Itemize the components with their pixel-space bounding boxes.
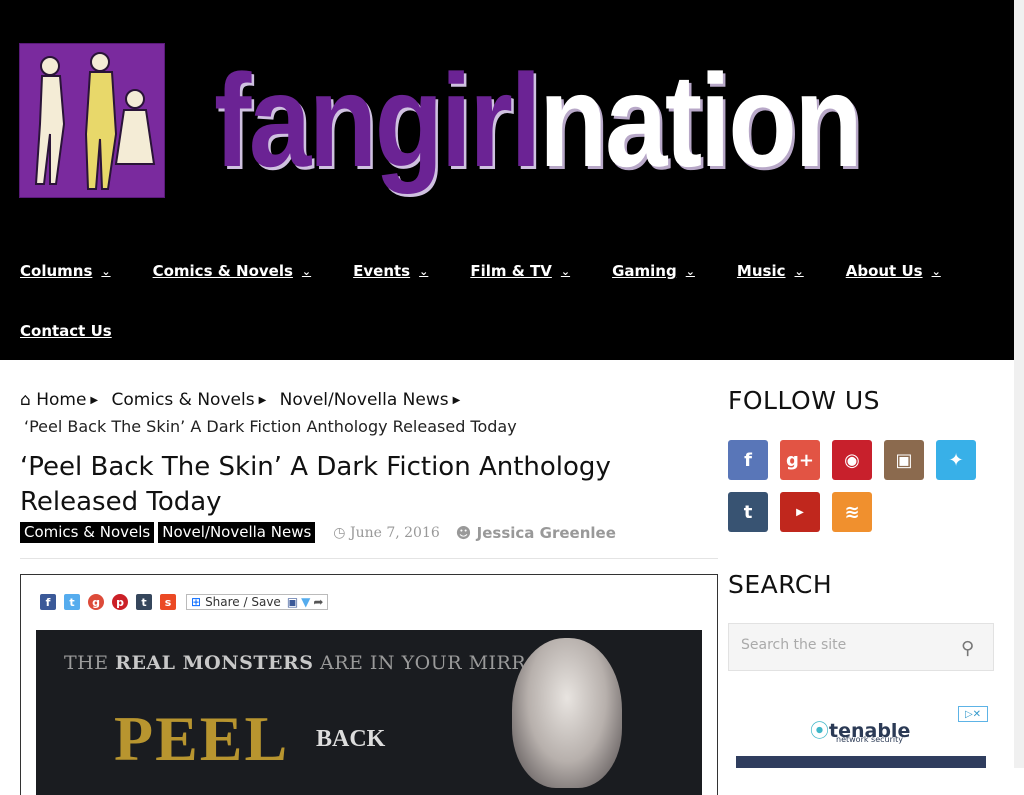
twitter-share-icon[interactable]: t	[64, 594, 80, 610]
chevron-down-icon: ⌄	[931, 264, 941, 278]
post-meta: Comics & Novels Novel/Novella News ◷ Jun…	[20, 522, 616, 543]
banner-back-text: BACK	[316, 726, 386, 752]
youtube-icon[interactable]: ▶	[780, 492, 820, 532]
tagline-pre: THE	[64, 652, 116, 674]
nav-label: Music	[736, 262, 786, 280]
clock-icon: ◷	[333, 524, 346, 541]
nav-item-comics-novels[interactable]: Comics & Novels ⌄	[153, 261, 312, 281]
main-nav: Columns ⌄ Comics & Novels ⌄ Events ⌄ Film &…	[20, 261, 983, 281]
facebook-icon[interactable]: f	[728, 440, 768, 480]
date-text: June 7, 2016	[349, 524, 440, 541]
breadcrumb-current: ‘Peel Back The Skin’ A Dark Fiction Anth…	[24, 417, 517, 436]
nav-item-music[interactable]: Music ⌄	[737, 261, 804, 281]
main-content: ⌂ Home ▶ Comics & Novels ▶ Novel/Novella N…	[20, 388, 718, 795]
pinterest-share-icon[interactable]: p	[112, 594, 128, 610]
search-icon[interactable]: ⚲	[961, 638, 974, 659]
nav-item-about-us[interactable]: About Us ⌄	[846, 261, 941, 281]
search-form: ⚲	[728, 623, 994, 671]
tagline-bold: REAL MONSTERS	[115, 652, 314, 674]
chevron-down-icon: ⌄	[685, 264, 695, 278]
breadcrumb: ⌂ Home ▶ Comics & Novels ▶ Novel/Novella N…	[20, 388, 718, 439]
googleplus-icon[interactable]: g+	[780, 440, 820, 480]
author-name: Jessica Greenlee	[476, 523, 616, 542]
tumblr-share-icon[interactable]: t	[136, 594, 152, 610]
pinterest-icon[interactable]: ◉	[832, 440, 872, 480]
nav-label: About Us	[845, 262, 923, 280]
chevron-down-icon: ⌄	[419, 264, 429, 278]
googleplus-share-icon[interactable]: g	[88, 594, 104, 610]
nav-label: Film & TV	[470, 262, 552, 280]
nav-item-gaming[interactable]: Gaming ⌄	[612, 261, 695, 281]
ad-logo-mark: ⦿	[810, 720, 830, 742]
instagram-icon[interactable]: ▣	[884, 440, 924, 480]
nav-label: Comics & Novels	[152, 262, 293, 280]
nav-item-contact-us[interactable]: Contact Us	[20, 321, 112, 341]
logo-fangirl-text: fangirl	[214, 47, 542, 194]
facebook-icon: ▣	[286, 595, 299, 609]
tumblr-icon[interactable]: t	[728, 492, 768, 532]
ad-close-icon[interactable]: ▷✕	[958, 706, 988, 722]
banner-tagline: THE REAL MONSTERS ARE IN YOUR MIRROR	[64, 652, 557, 674]
divider	[20, 558, 718, 559]
caret-right-icon: ▶	[90, 395, 99, 406]
breadcrumb-comics-novels[interactable]: Comics & Novels	[112, 390, 255, 410]
breadcrumb-novel-news[interactable]: Novel/Novella News	[280, 390, 449, 410]
nav-item-film-tv[interactable]: Film & TV ⌄	[470, 261, 570, 281]
search-input[interactable]	[739, 636, 943, 654]
user-icon: ☻	[455, 523, 472, 542]
post-author[interactable]: ☻ Jessica Greenlee	[456, 524, 616, 542]
caret-right-icon: ▶	[452, 395, 461, 406]
chevron-down-icon: ⌄	[101, 264, 111, 278]
article-body: f t g p t s ⊞ Share / Save ▣ ▼ ➦ THE REA…	[20, 574, 718, 795]
banner-peel-text: PEEL	[114, 703, 290, 774]
caret-right-icon: ▶	[258, 395, 267, 406]
sidebar: FOLLOW US f g+ ◉ ▣ ✦ t ▶ ≋ SEARCH ⚲ ▷✕ ⦿…	[728, 386, 994, 768]
chevron-down-icon: ⌄	[301, 264, 312, 278]
post-date: ◷ June 7, 2016	[333, 525, 440, 541]
category-badge[interactable]: Comics & Novels	[20, 522, 155, 543]
plus-icon: ⊞	[191, 595, 202, 609]
site-logo[interactable]: fangirlnation	[214, 46, 863, 196]
nav-label: Events	[353, 262, 411, 280]
nav-label: Gaming	[612, 262, 677, 280]
stumbleupon-share-icon[interactable]: s	[160, 594, 176, 610]
twitter-icon: ▼	[301, 595, 311, 609]
search-heading: SEARCH	[728, 570, 833, 599]
nav-label: Columns	[20, 262, 93, 280]
nav-item-events[interactable]: Events ⌄	[353, 261, 428, 281]
chevron-down-icon: ⌄	[794, 264, 804, 278]
twitter-icon[interactable]: ✦	[936, 440, 976, 480]
banner-face-illustration	[512, 638, 622, 788]
logo-nation-text: nation	[539, 47, 863, 194]
article-banner-image: THE REAL MONSTERS ARE IN YOUR MIRROR PEE…	[36, 630, 702, 795]
logo-illustration[interactable]	[19, 43, 165, 198]
chevron-down-icon: ⌄	[560, 264, 571, 278]
nav-item-columns[interactable]: Columns ⌄	[20, 261, 111, 281]
rss-icon[interactable]: ≋	[832, 492, 872, 532]
ad-banner-bar	[736, 756, 986, 768]
share-arrow-icon: ➦	[313, 595, 324, 609]
home-icon[interactable]: ⌂	[20, 390, 31, 410]
site-header: fangirlnation Columns ⌄ Comics & Novels ⌄ …	[0, 0, 1014, 360]
breadcrumb-home[interactable]: Home	[36, 390, 86, 410]
share-save-label: Share / Save	[205, 595, 281, 609]
nav-label: Contact Us	[20, 322, 112, 340]
ad-subtitle: network security	[836, 735, 903, 744]
follow-heading: FOLLOW US	[728, 386, 881, 415]
share-save-button[interactable]: ⊞ Share / Save ▣ ▼ ➦	[186, 594, 329, 610]
page-scrollbar[interactable]	[1014, 0, 1024, 768]
share-bar: f t g p t s ⊞ Share / Save ▣ ▼ ➦	[40, 594, 329, 610]
page-title: ‘Peel Back The Skin’ A Dark Fiction Anth…	[20, 452, 611, 517]
facebook-share-icon[interactable]: f	[40, 594, 56, 610]
advertisement[interactable]: ▷✕ ⦿tenable network security	[736, 704, 988, 768]
category-badge[interactable]: Novel/Novella News	[158, 522, 316, 543]
